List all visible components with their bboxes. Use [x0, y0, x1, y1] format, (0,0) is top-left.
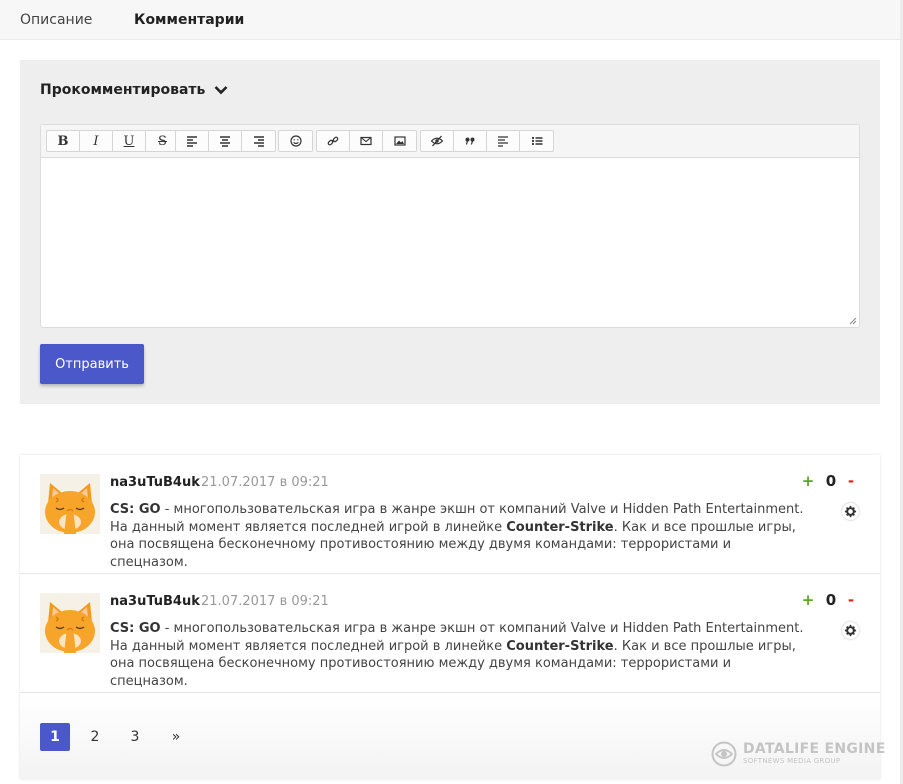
align-left-icon [187, 136, 197, 147]
avatar[interactable] [40, 474, 100, 534]
mail-icon [360, 136, 372, 146]
smile-icon [289, 135, 302, 147]
form-title-label: Прокомментировать [40, 82, 206, 98]
page-1[interactable]: 1 [40, 723, 70, 751]
comment-settings-button[interactable] [842, 622, 859, 639]
image-button[interactable] [383, 131, 416, 151]
toolbar-group-misc [420, 130, 554, 152]
toolbar-group-smile [278, 130, 313, 152]
chevron-down-icon [214, 86, 228, 95]
comment-editor: B I U S [40, 124, 860, 328]
toolbar-group-format: B I U S [46, 130, 180, 152]
hide-icon [430, 135, 444, 147]
dle-watermark: DATALIFE ENGINE SOFTNEWS MEDIA GROUP [711, 741, 886, 767]
comment-date: 21.07.2017 в 09:21 [201, 475, 329, 490]
rating-value: 0 [825, 591, 837, 609]
bold-button[interactable]: B [47, 131, 80, 151]
list-icon [531, 136, 542, 146]
rating-plus-button[interactable]: + [798, 472, 818, 490]
comment-form: Прокомментировать B I U S Отправить [20, 60, 880, 404]
rating-plus-button[interactable]: + [798, 591, 818, 609]
comment-rating: + 0 - [798, 591, 858, 609]
hide-button[interactable] [421, 131, 454, 151]
align-center-icon [220, 136, 230, 147]
underline-button[interactable]: U [113, 131, 146, 151]
comment-author[interactable]: na3uTuB4uk [110, 594, 200, 609]
toolbar-group-align [175, 130, 276, 152]
comment-text: CS: GO - многопользовательская игра в жа… [110, 501, 810, 571]
page-3[interactable]: 3 [120, 723, 150, 751]
editor-toolbar: B I U S [41, 125, 859, 158]
resize-handle-icon[interactable] [849, 317, 857, 325]
italic-button[interactable]: I [80, 131, 113, 151]
rating-value: 0 [825, 472, 837, 490]
comment-text-lead: CS: GO [110, 621, 161, 636]
toolbar-group-insert [316, 130, 417, 152]
align-center-button[interactable] [209, 131, 242, 151]
comment-text-link[interactable]: Counter-Strike [506, 520, 613, 535]
dle-subtitle: SOFTNEWS MEDIA GROUP [743, 757, 841, 765]
link-button[interactable] [317, 131, 350, 151]
form-title[interactable]: Прокомментировать [40, 82, 228, 98]
comment-item: na3uTuB4uk 21.07.2017 в 09:21 CS: GO - м… [20, 455, 880, 574]
text-icon [498, 136, 508, 147]
smile-button[interactable] [279, 131, 312, 151]
quote-button[interactable] [454, 131, 487, 151]
comments-list: na3uTuB4uk 21.07.2017 в 09:21 CS: GO - м… [20, 455, 880, 779]
comment-settings-button[interactable] [842, 503, 859, 520]
comment-author[interactable]: na3uTuB4uk [110, 475, 200, 490]
comment-text-link[interactable]: Counter-Strike [506, 639, 613, 654]
page-2[interactable]: 2 [80, 723, 110, 751]
gear-icon [844, 505, 857, 518]
comment-rating: + 0 - [798, 472, 858, 490]
comment-text-lead: CS: GO [110, 502, 161, 517]
link-icon [327, 136, 339, 146]
text-button[interactable] [487, 131, 520, 151]
tab-bar: Описание Комментарии [0, 0, 900, 40]
align-left-button[interactable] [176, 131, 209, 151]
tab-comments[interactable]: Комментарии [134, 12, 244, 28]
gear-icon [844, 624, 857, 637]
list-button[interactable] [520, 131, 553, 151]
cat-avatar-image [40, 593, 100, 653]
tab-description[interactable]: Описание [20, 12, 92, 28]
align-right-button[interactable] [242, 131, 275, 151]
comment-textarea[interactable] [41, 159, 859, 327]
mail-button[interactable] [350, 131, 383, 151]
cat-avatar-image [40, 474, 100, 534]
rating-minus-button[interactable]: - [844, 591, 858, 609]
dle-title: DATALIFE ENGINE [743, 741, 886, 757]
comment-text: CS: GO - многопользовательская игра в жа… [110, 620, 810, 690]
avatar[interactable] [40, 593, 100, 653]
image-icon [393, 136, 406, 146]
rating-minus-button[interactable]: - [844, 472, 858, 490]
dle-logo-icon [711, 741, 737, 767]
comment-date: 21.07.2017 в 09:21 [201, 594, 329, 609]
align-right-icon [253, 136, 264, 147]
comment-item: na3uTuB4uk 21.07.2017 в 09:21 CS: GO - м… [20, 574, 880, 693]
quote-icon [465, 137, 475, 145]
submit-button[interactable]: Отправить [40, 344, 144, 384]
page-next[interactable]: » [161, 723, 191, 751]
